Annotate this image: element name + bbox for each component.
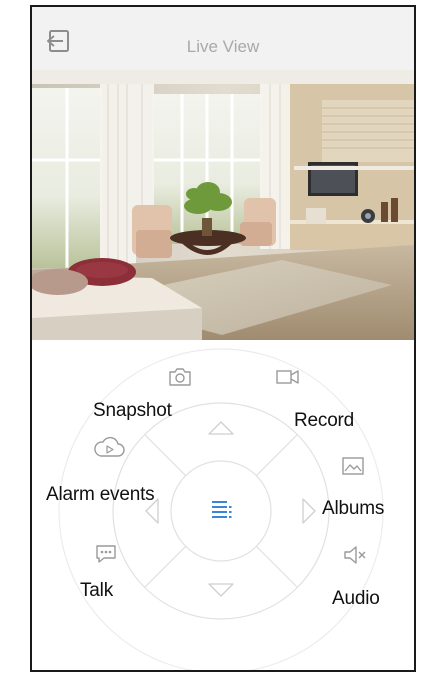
center-menu-button[interactable] <box>210 498 234 520</box>
talk-button[interactable]: Talk <box>77 543 137 603</box>
albums-label: Albums <box>322 498 385 519</box>
snapshot-button[interactable]: Snapshot <box>87 366 207 424</box>
pan-down-button[interactable] <box>206 578 236 604</box>
alarm-events-button[interactable]: Alarm events <box>46 436 186 512</box>
chat-bubble-icon <box>96 545 116 563</box>
arrow-up-icon <box>208 421 234 435</box>
pan-up-button[interactable] <box>206 414 236 440</box>
control-panel: Snapshot Record Alarm events Albums Talk… <box>32 340 414 670</box>
app-window: Live View Snapshot Record Alarm events A… <box>30 5 416 672</box>
pan-right-button[interactable] <box>297 495 323 527</box>
image-icon <box>342 457 364 475</box>
audio-label: Audio <box>332 588 380 609</box>
audio-button[interactable]: Audio <box>332 543 412 615</box>
albums-button[interactable]: Albums <box>322 455 412 527</box>
arrow-down-icon <box>208 583 234 597</box>
video-frame-image <box>32 70 414 340</box>
snapshot-label: Snapshot <box>93 400 172 421</box>
header-bar: Live View <box>32 7 414 71</box>
live-video-feed[interactable] <box>32 70 414 340</box>
menu-list-icon <box>212 501 232 518</box>
arrow-right-icon <box>302 498 316 524</box>
camera-icon <box>169 368 191 386</box>
page-title: Live View <box>186 37 260 56</box>
record-button[interactable]: Record <box>267 366 377 436</box>
talk-label: Talk <box>80 580 113 601</box>
alarm-events-label: Alarm events <box>46 484 155 505</box>
video-camera-icon <box>276 370 299 384</box>
cloud-play-icon <box>94 436 125 457</box>
speaker-mute-icon <box>344 546 366 564</box>
record-label: Record <box>294 410 355 431</box>
